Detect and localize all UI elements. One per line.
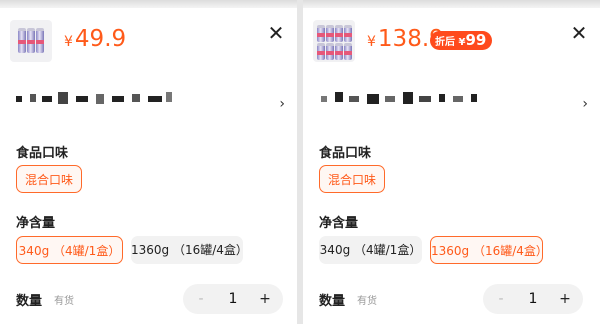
size-option-340g[interactable]: 340g （4罐/1盒） <box>16 236 123 264</box>
quantity-value[interactable]: 1 <box>521 284 545 314</box>
chevron-right-icon[interactable]: › <box>582 96 588 112</box>
can-image <box>335 43 343 60</box>
can-image <box>36 28 44 53</box>
increase-button[interactable]: + <box>555 284 575 314</box>
stock-status: 有货 <box>357 296 377 307</box>
currency-symbol: ¥ <box>64 34 73 50</box>
can-image <box>27 28 35 53</box>
quantity-stepper: - 1 + <box>183 284 283 314</box>
close-icon[interactable]: ✕ <box>570 23 588 43</box>
price-value: 49.9 <box>74 26 127 52</box>
quantity-label: 数量 <box>319 294 346 309</box>
can-image <box>326 25 334 42</box>
delivery-address-blurred[interactable] <box>319 90 479 110</box>
can-image <box>326 43 334 60</box>
can-image <box>317 43 325 60</box>
can-image <box>335 25 343 42</box>
quantity-stepper: - 1 + <box>483 284 583 314</box>
can-image <box>344 43 352 60</box>
stock-status: 有货 <box>54 296 74 307</box>
increase-button[interactable]: + <box>255 284 275 314</box>
size-option-1360g[interactable]: 1360g （16罐/4盒） <box>131 236 248 264</box>
quantity-label: 数量 <box>16 294 43 309</box>
discount-badge: 折后 ¥99 <box>430 31 493 50</box>
discount-value: 99 <box>465 31 487 49</box>
screenshot: ¥49.9 ✕ › 食品口味 混合口味 净含量 340g （4罐/1盒） 136… <box>0 0 600 324</box>
background-page-strip <box>303 0 600 8</box>
price: ¥49.9 <box>64 24 126 57</box>
currency-symbol: ¥ <box>367 34 376 50</box>
chevron-right-icon[interactable]: › <box>279 96 285 112</box>
decrease-button[interactable]: - <box>491 284 511 314</box>
size-option-340g[interactable]: 340g （4罐/1盒） <box>319 236 422 264</box>
discount-prefix: 折后 <box>435 37 455 48</box>
size-title: 净含量 <box>16 216 56 231</box>
can-image <box>18 28 26 53</box>
size-option-1360g[interactable]: 1360g （16罐/4盒） <box>430 236 548 264</box>
flavor-option-mixed[interactable]: 混合口味 <box>319 165 385 193</box>
product-thumbnail[interactable] <box>10 20 52 62</box>
flavor-title: 食品口味 <box>319 146 372 161</box>
can-image <box>317 25 325 42</box>
flavor-option-mixed[interactable]: 混合口味 <box>16 165 82 193</box>
flavor-title: 食品口味 <box>16 146 69 161</box>
sku-sheet-left: ¥49.9 ✕ › 食品口味 混合口味 净含量 340g （4罐/1盒） 136… <box>0 0 297 324</box>
decrease-button[interactable]: - <box>191 284 211 314</box>
size-title: 净含量 <box>319 216 359 231</box>
product-thumbnail[interactable] <box>313 20 355 62</box>
close-icon[interactable]: ✕ <box>267 23 285 43</box>
can-image <box>344 25 352 42</box>
quantity-value[interactable]: 1 <box>221 284 245 314</box>
background-page-strip <box>0 0 297 8</box>
delivery-address-blurred[interactable] <box>16 90 176 110</box>
sku-sheet-right: ¥138.9 折后 ¥99 ✕ › 食品口味 混合口味 净含量 340g （4罐… <box>303 0 600 324</box>
